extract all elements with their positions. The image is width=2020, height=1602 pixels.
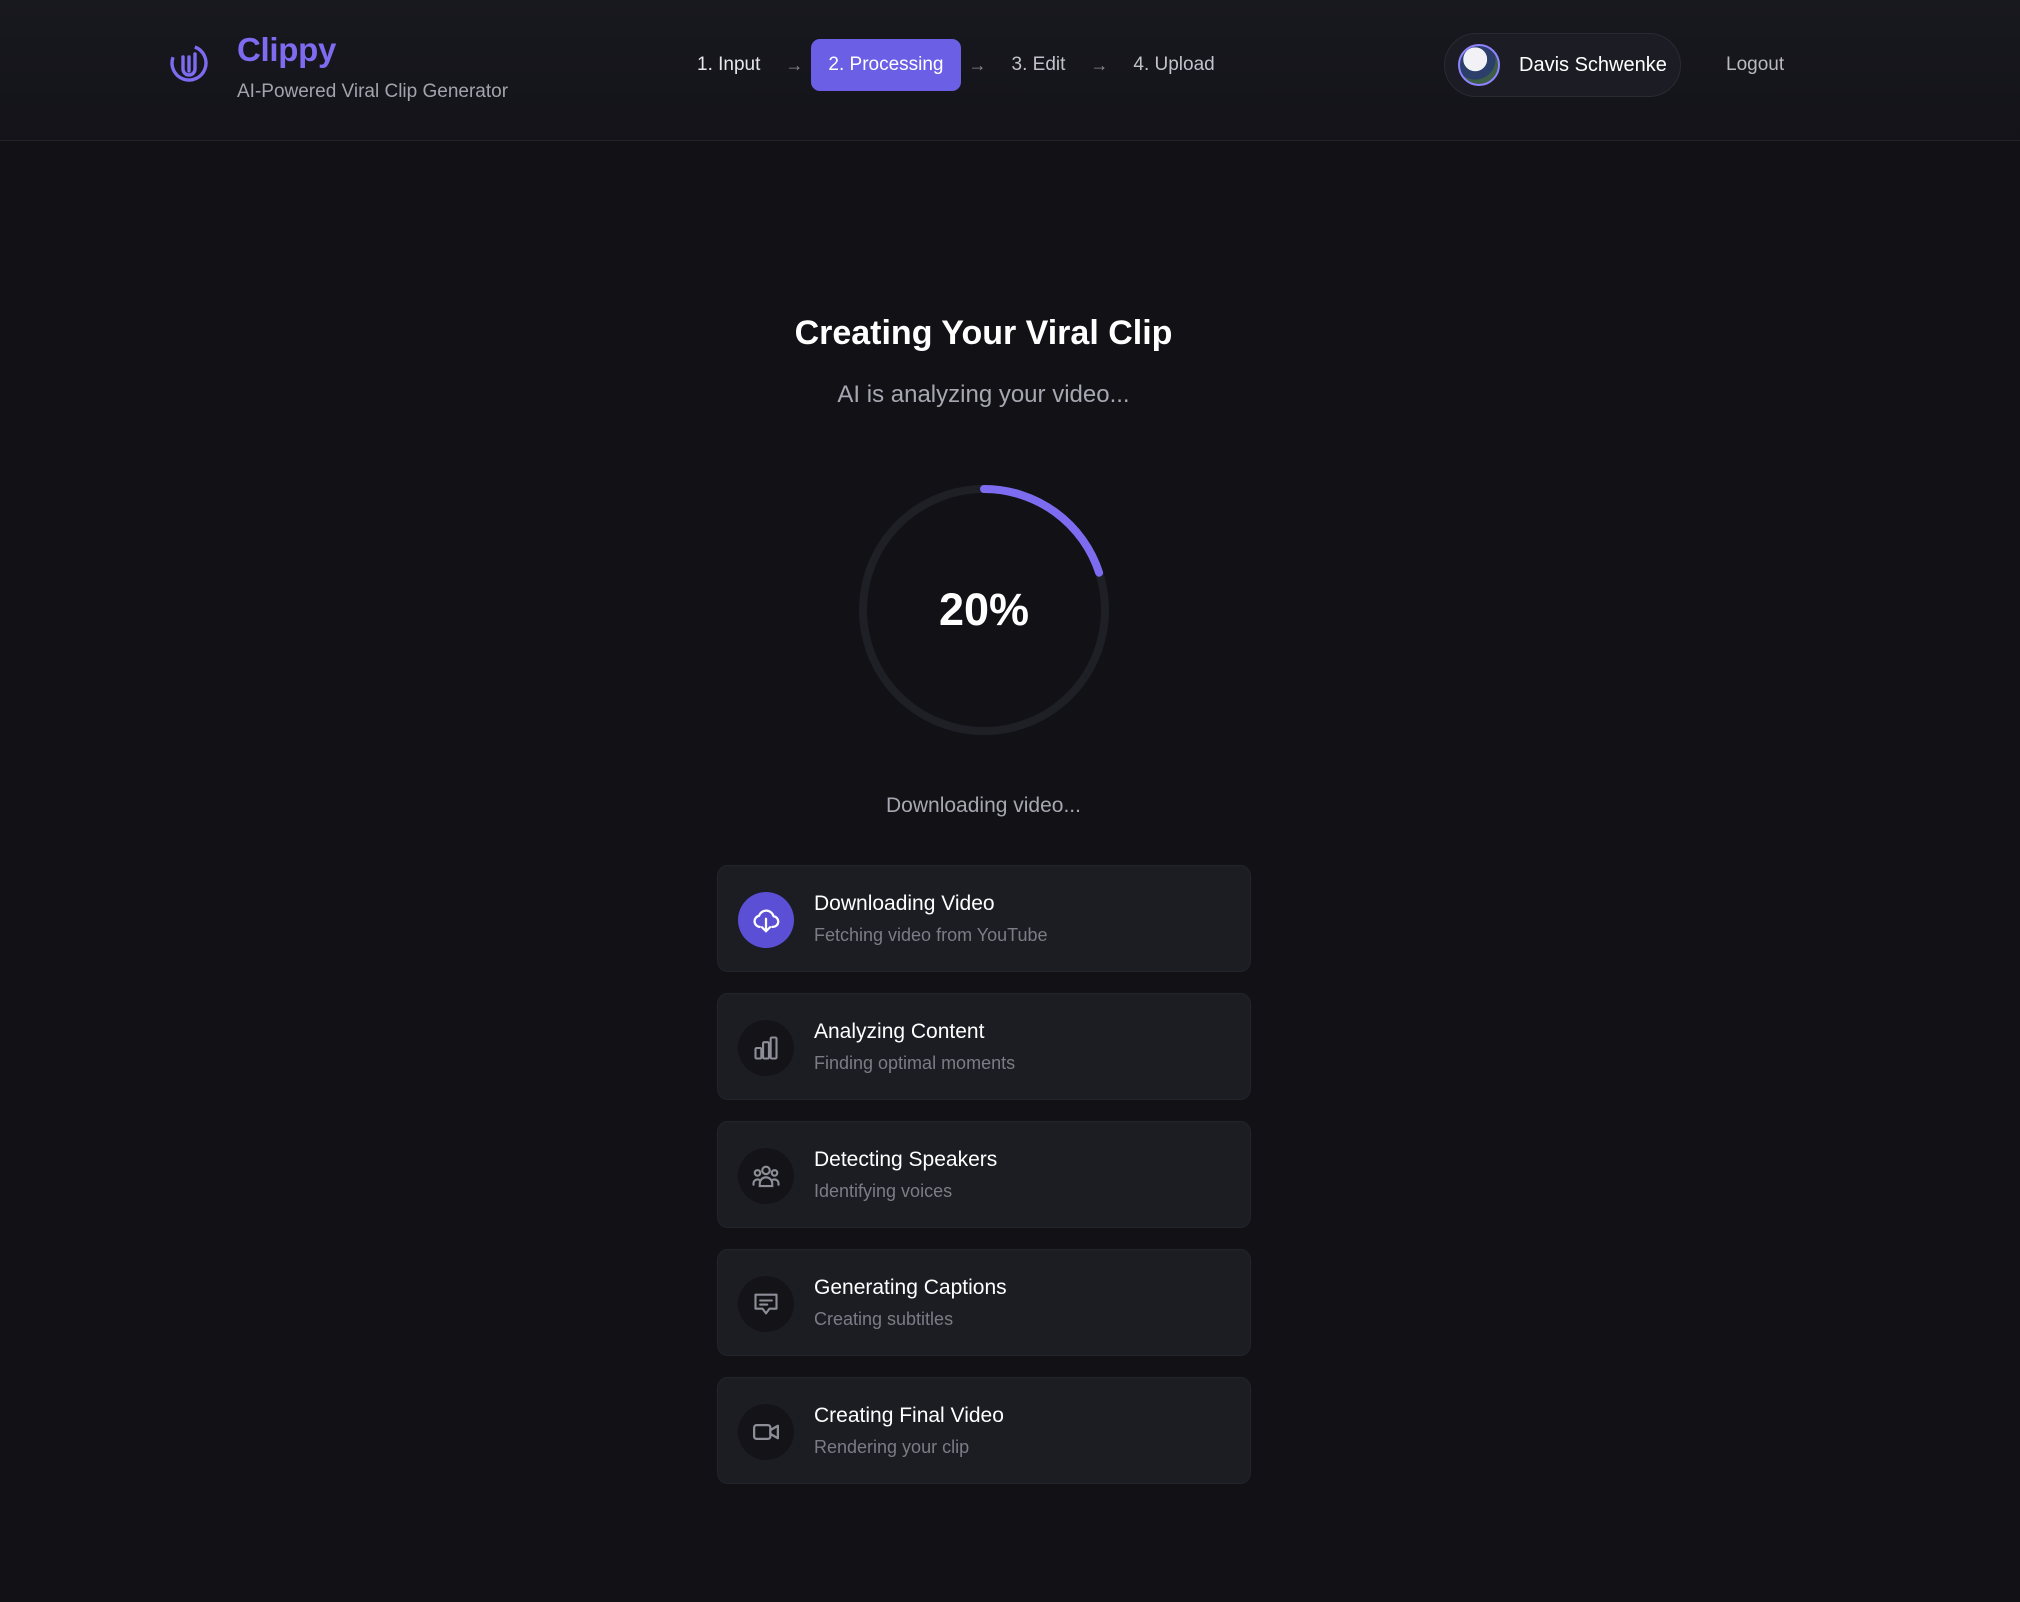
task-generating-captions: Generating Captions Creating subtitles	[717, 1249, 1251, 1356]
task-description: Fetching video from YouTube	[814, 925, 1048, 945]
message-square-icon	[738, 1276, 794, 1332]
status-text: Downloading video...	[886, 794, 1081, 817]
user-menu[interactable]: Davis Schwenke	[1444, 33, 1681, 97]
brand-tagline: AI-Powered Viral Clip Generator	[237, 81, 509, 102]
page-title: Creating Your Viral Clip	[794, 314, 1173, 352]
step-input[interactable]: 1. Input	[680, 39, 777, 91]
task-description: Identifying voices	[814, 1181, 953, 1201]
app-header: Clippy AI-Powered Viral Clip Generator 1…	[0, 0, 2020, 141]
user-name: Davis Schwenke	[1519, 54, 1667, 76]
step-indicator: 1. Input → 2. Processing → 3. Edit → 4. …	[680, 39, 1232, 91]
users-icon	[738, 1148, 794, 1204]
task-title: Detecting Speakers	[814, 1148, 998, 1171]
step-processing[interactable]: 2. Processing	[811, 39, 961, 91]
bar-chart-icon	[738, 1020, 794, 1076]
task-downloading-video: Downloading Video Fetching video from Yo…	[717, 865, 1251, 972]
task-description: Finding optimal moments	[814, 1053, 1016, 1073]
arrow-right-icon: →	[968, 55, 987, 75]
task-detecting-speakers: Detecting Speakers Identifying voices	[717, 1121, 1251, 1228]
logout-button[interactable]: Logout	[1726, 39, 1784, 91]
task-title: Downloading Video	[814, 892, 995, 915]
progress-ring: 20%	[858, 484, 1110, 736]
arrow-right-icon: →	[1090, 55, 1109, 75]
progress-percent: 20%	[938, 584, 1030, 635]
brand-name[interactable]: Clippy	[237, 28, 336, 72]
task-description: Rendering your clip	[814, 1437, 970, 1457]
task-title: Generating Captions	[814, 1276, 1007, 1299]
step-edit[interactable]: 3. Edit	[995, 39, 1083, 91]
task-creating-final-video: Creating Final Video Rendering your clip	[717, 1377, 1251, 1484]
avatar	[1458, 44, 1500, 86]
paperclip-icon[interactable]	[167, 41, 211, 85]
task-title: Creating Final Video	[814, 1404, 1004, 1427]
task-list: Downloading Video Fetching video from Yo…	[717, 865, 1251, 1505]
task-title: Analyzing Content	[814, 1020, 985, 1043]
task-analyzing-content: Analyzing Content Finding optimal moment…	[717, 993, 1251, 1100]
cloud-download-icon	[738, 892, 794, 948]
arrow-right-icon: →	[785, 55, 804, 75]
step-upload[interactable]: 4. Upload	[1116, 39, 1231, 91]
task-description: Creating subtitles	[814, 1309, 954, 1329]
video-camera-icon	[738, 1404, 794, 1460]
page-subtitle: AI is analyzing your video...	[837, 381, 1130, 408]
